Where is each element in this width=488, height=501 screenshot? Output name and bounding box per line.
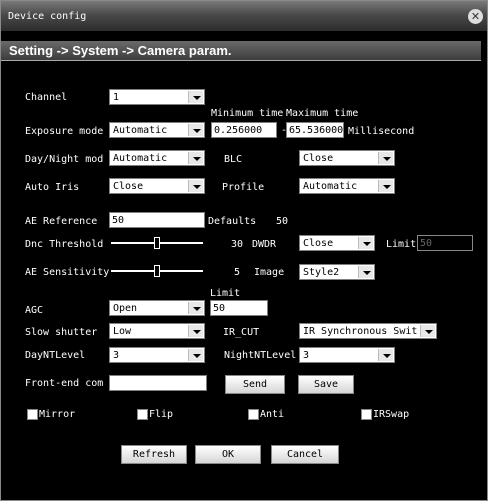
dnc-threshold-label: Dnc Threshold	[25, 239, 104, 250]
send-button[interactable]: Send	[225, 375, 285, 394]
checkbox-box[interactable]	[361, 409, 372, 420]
auto-iris-value: Close	[113, 181, 144, 192]
chevron-down-icon[interactable]	[358, 266, 373, 278]
day-nt-level-label: DayNTLevel	[25, 350, 86, 361]
dwdr-select[interactable]: Close	[299, 235, 375, 251]
front-end-com-label: Front-end com	[25, 378, 104, 389]
chevron-down-icon[interactable]	[188, 302, 203, 314]
day-nt-level-select[interactable]: 3	[109, 347, 205, 363]
agc-limit-label: Limit	[210, 288, 241, 299]
channel-value: 1	[113, 92, 120, 103]
dwdr-limit-input[interactable]: 50	[417, 235, 473, 251]
minimum-time-input[interactable]: 0.256000	[211, 122, 277, 138]
flip-checkbox[interactable]: Flip	[137, 409, 173, 420]
blc-value: Close	[303, 153, 334, 164]
device-config-window: Device config ✕ Setting -> System -> Cam…	[0, 0, 488, 501]
agc-value: Open	[113, 303, 138, 314]
slider-thumb[interactable]	[154, 237, 160, 249]
exposure-mode-select[interactable]: Automatic	[109, 122, 205, 138]
agc-select[interactable]: Open	[109, 300, 205, 316]
ae-reference-label: AE Reference	[25, 216, 98, 227]
dwdr-limit-label: Limit	[386, 239, 417, 250]
day-night-mode-label: Day/Night mod	[25, 154, 104, 165]
chevron-down-icon[interactable]	[188, 325, 203, 337]
refresh-button[interactable]: Refresh	[121, 445, 187, 464]
mirror-checkbox[interactable]: Mirror	[27, 409, 75, 420]
save-button[interactable]: Save	[298, 375, 354, 394]
ae-sensitivity-slider[interactable]	[111, 263, 203, 279]
dnc-threshold-slider[interactable]	[111, 235, 203, 251]
chevron-down-icon[interactable]	[188, 91, 203, 103]
ok-button[interactable]: OK	[195, 445, 261, 464]
chevron-down-icon[interactable]	[420, 325, 435, 337]
channel-label: Channel	[25, 92, 68, 103]
defaults-label: Defaults	[208, 216, 257, 227]
agc-label: AGC	[25, 305, 44, 316]
maximum-time-input[interactable]: 65.536000	[286, 122, 344, 138]
millisecond-unit-label: Millisecond	[348, 126, 415, 137]
ir-cut-select[interactable]: IR Synchronous Switc	[299, 323, 437, 339]
checkbox-box[interactable]	[137, 409, 148, 420]
anti-checkbox[interactable]: Anti	[248, 409, 284, 420]
ae-sensitivity-label: AE Sensitivity	[25, 267, 110, 278]
checkbox-box[interactable]	[27, 409, 38, 420]
irswap-checkbox[interactable]: IRSwap	[361, 409, 409, 420]
ir-cut-value: IR Synchronous Switc	[303, 326, 418, 337]
chevron-down-icon[interactable]	[188, 152, 203, 164]
chevron-down-icon[interactable]	[188, 124, 203, 136]
chevron-down-icon[interactable]	[378, 180, 393, 192]
maximum-time-label: Maximum time	[286, 108, 359, 119]
profile-value: Automatic	[303, 181, 358, 192]
window-title: Device config	[8, 11, 87, 22]
dwdr-value: Close	[303, 238, 334, 249]
channel-select[interactable]: 1	[109, 89, 205, 105]
breadcrumb-divider	[1, 60, 481, 61]
cancel-button[interactable]: Cancel	[271, 445, 339, 464]
slider-thumb[interactable]	[154, 265, 160, 277]
chevron-down-icon[interactable]	[378, 349, 393, 361]
night-nt-level-select[interactable]: 3	[299, 347, 395, 363]
day-night-mode-value: Automatic	[113, 153, 168, 164]
close-icon[interactable]: ✕	[468, 9, 483, 24]
irswap-label: IRSwap	[373, 409, 410, 420]
slow-shutter-value: Low	[113, 326, 132, 337]
title-bar: Device config ✕	[1, 1, 487, 31]
slow-shutter-select[interactable]: Low	[109, 323, 205, 339]
slow-shutter-label: Slow shutter	[25, 327, 98, 338]
auto-iris-select[interactable]: Close	[109, 178, 205, 194]
ae-sensitivity-value: 5	[234, 267, 241, 278]
breadcrumb: Setting -> System -> Camera param.	[9, 43, 232, 58]
night-nt-level-label: NightNTLevel	[224, 350, 297, 361]
chevron-down-icon[interactable]	[378, 152, 393, 164]
auto-iris-label: Auto Iris	[25, 182, 80, 193]
day-night-mode-select[interactable]: Automatic	[109, 150, 205, 166]
chevron-down-icon[interactable]	[188, 349, 203, 361]
dwdr-label: DWDR	[252, 239, 277, 250]
image-value: Style2	[303, 267, 340, 278]
ir-cut-label: IR_CUT	[223, 327, 260, 338]
checkbox-box[interactable]	[248, 409, 259, 420]
profile-select[interactable]: Automatic	[299, 178, 395, 194]
exposure-mode-value: Automatic	[113, 125, 168, 136]
chevron-down-icon[interactable]	[188, 180, 203, 192]
front-end-com-input[interactable]	[109, 375, 207, 391]
image-label: Image	[254, 267, 285, 278]
mirror-label: Mirror	[39, 409, 76, 420]
defaults-value: 50	[276, 216, 289, 227]
dnc-threshold-value: 30	[231, 239, 244, 250]
ae-reference-input[interactable]: 50	[109, 212, 205, 228]
night-nt-level-value: 3	[303, 350, 310, 361]
flip-label: Flip	[149, 409, 174, 420]
anti-label: Anti	[260, 409, 285, 420]
day-nt-level-value: 3	[113, 350, 120, 361]
image-select[interactable]: Style2	[299, 264, 375, 280]
agc-limit-input[interactable]: 50	[210, 300, 268, 316]
chevron-down-icon[interactable]	[358, 237, 373, 249]
profile-label: Profile	[222, 182, 265, 193]
blc-label: BLC	[224, 154, 243, 165]
breadcrumb-bar: Setting -> System -> Camera param.	[1, 41, 481, 61]
exposure-mode-label: Exposure mode	[25, 126, 104, 137]
minimum-time-label: Minimum time	[211, 108, 284, 119]
blc-select[interactable]: Close	[299, 150, 395, 166]
